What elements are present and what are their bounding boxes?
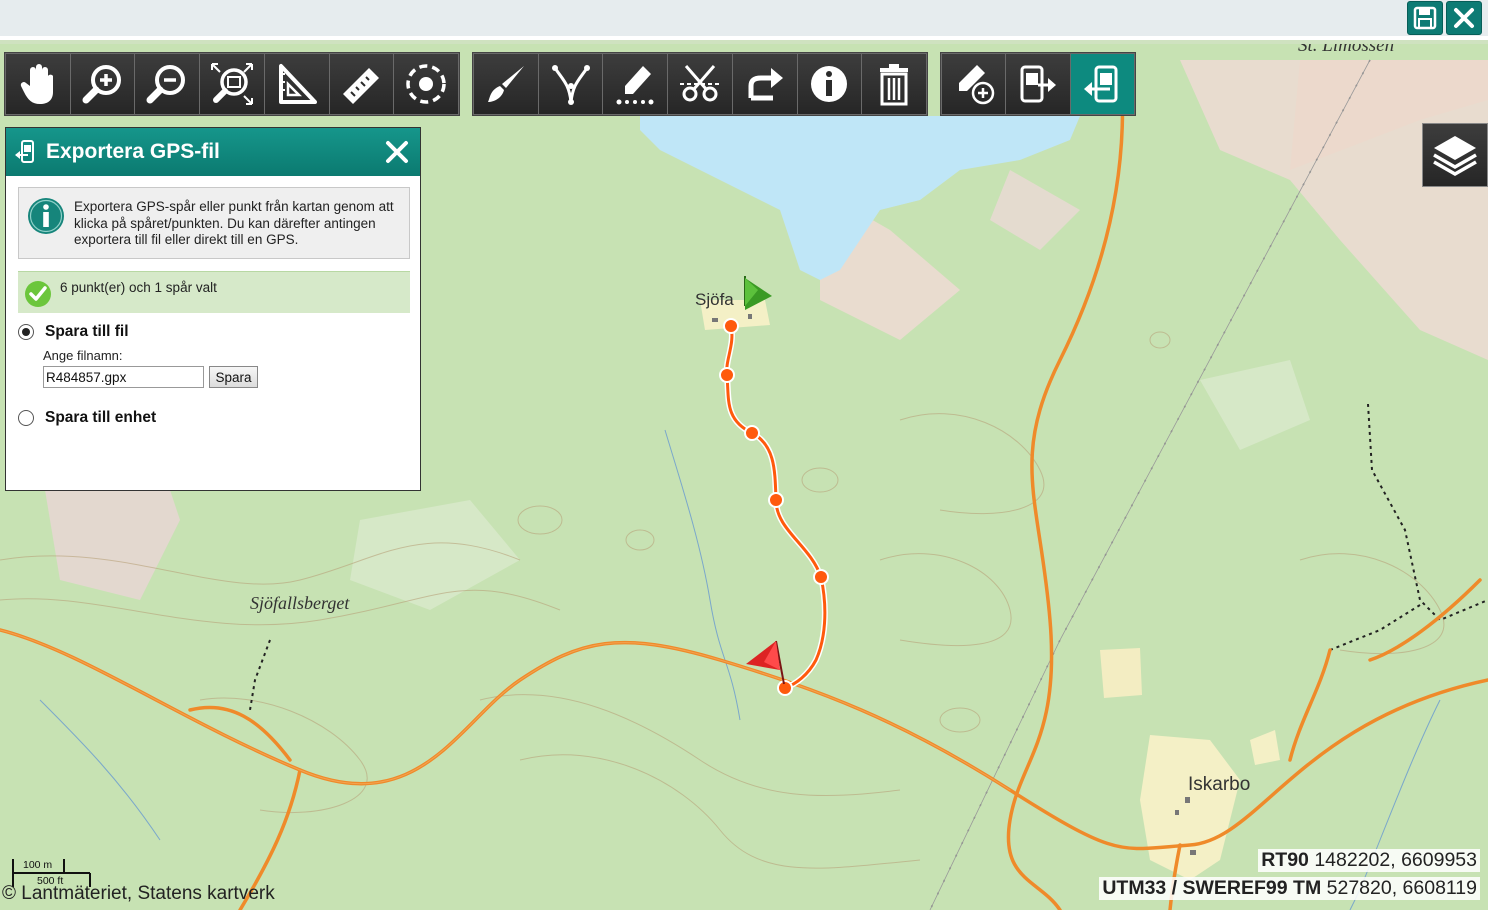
redo-icon — [748, 68, 783, 101]
gps-export-tool-button[interactable] — [1070, 54, 1134, 114]
export-gps-panel: Exportera GPS-fil Exportera GPS-spår ell… — [5, 127, 421, 491]
draw-freehand-tool-button[interactable] — [603, 54, 668, 114]
zoom-in-tool-button[interactable] — [70, 54, 135, 114]
measure-area-tool-button[interactable] — [264, 54, 329, 114]
pan-tool-button[interactable] — [6, 54, 70, 114]
scale-metric: 100 m — [23, 859, 53, 871]
save-to-file-radio[interactable] — [18, 324, 34, 340]
gps-import-tool-button[interactable] — [1006, 54, 1070, 114]
cut-line-tool-button[interactable] — [668, 54, 732, 114]
filename-label: Ange filnamn: — [43, 348, 123, 363]
save-icon — [1413, 6, 1437, 30]
locate-tool-button[interactable] — [394, 54, 459, 114]
draw-freehand-icon — [616, 66, 654, 105]
save-map-button[interactable] — [1407, 1, 1443, 35]
map-label-village-north: Sjöfa — [695, 290, 734, 309]
brush-icon — [487, 66, 524, 102]
panel-title: Exportera GPS-fil — [46, 140, 220, 163]
brush-tool-button[interactable] — [474, 54, 538, 114]
coords-utm-value: 527820, 6608119 — [1326, 877, 1477, 899]
info-icon — [811, 66, 848, 102]
zoom-out-icon — [146, 65, 186, 104]
zoom-in-icon — [82, 65, 121, 104]
status-text: 6 punkt(er) och 1 spår valt — [60, 280, 217, 295]
draw-line-icon — [551, 65, 590, 105]
info-icon — [28, 198, 64, 234]
checkmark-icon — [25, 281, 51, 307]
draw-line-tool-button[interactable] — [538, 54, 603, 114]
navigation-toolbar — [4, 52, 460, 116]
filename-input[interactable] — [43, 366, 204, 388]
hand-pan-icon — [20, 64, 53, 104]
add-point-icon — [958, 65, 994, 105]
coords-rt90: RT90 1482202, 6609953 — [1258, 849, 1480, 872]
save-to-device-option[interactable]: Spara till enhet — [18, 409, 156, 427]
save-button[interactable]: Spara — [209, 366, 258, 388]
cut-line-icon — [680, 65, 721, 102]
gps-export-icon — [1084, 65, 1118, 103]
locate-position-icon — [406, 64, 446, 104]
zoom-out-tool-button[interactable] — [135, 54, 200, 114]
editing-toolbar — [472, 52, 928, 116]
zoom-extent-tool-button[interactable] — [200, 54, 264, 114]
close-icon — [386, 141, 408, 163]
coords-utm: UTM33 / SWEREF99 TM 527820, 6608119 — [1099, 877, 1480, 900]
delete-icon — [880, 64, 909, 106]
info-text: Exportera GPS-spår eller punkt från kart… — [74, 199, 394, 247]
layers-button[interactable] — [1422, 123, 1488, 187]
copyright: © Lantmäteriet, Statens kartverk — [2, 883, 275, 904]
map-label-village-east: Iskarbo — [1188, 774, 1251, 795]
map-label-top-right: St. Limossen — [1298, 44, 1395, 56]
zoom-extent-icon — [211, 63, 254, 105]
info-box: Exportera GPS-spår eller punkt från kart… — [18, 187, 410, 259]
save-to-file-label: Spara till fil — [45, 323, 129, 340]
redo-tool-button[interactable] — [732, 54, 797, 114]
layers-icon — [1433, 136, 1477, 177]
delete-tool-button[interactable] — [862, 54, 927, 114]
ruler-tool-button[interactable] — [329, 54, 394, 114]
save-to-file-option[interactable]: Spara till fil — [18, 323, 129, 341]
info-tool-button[interactable] — [797, 54, 862, 114]
status-box: 6 punkt(er) och 1 spår valt — [18, 271, 410, 313]
coords-rt90-value: 1482202, 6609953 — [1314, 849, 1477, 871]
measure-area-icon — [278, 64, 317, 104]
panel-close-button[interactable] — [384, 139, 410, 165]
top-bar — [0, 0, 1488, 40]
add-point-tool-button[interactable] — [942, 54, 1006, 114]
coords-utm-label: UTM33 / SWEREF99 TM — [1102, 877, 1322, 899]
close-icon — [1454, 8, 1474, 28]
panel-header: Exportera GPS-fil — [6, 128, 420, 176]
save-to-device-radio[interactable] — [18, 410, 34, 426]
gps-import-icon — [1020, 65, 1056, 103]
map-label-hill: Sjöfallsberget — [250, 593, 350, 613]
close-app-button[interactable] — [1446, 1, 1482, 35]
gps-export-icon — [15, 140, 34, 163]
gps-toolbar — [940, 52, 1136, 116]
ruler-icon — [343, 68, 380, 104]
coords-rt90-label: RT90 — [1261, 849, 1309, 871]
save-to-device-label: Spara till enhet — [45, 409, 157, 426]
